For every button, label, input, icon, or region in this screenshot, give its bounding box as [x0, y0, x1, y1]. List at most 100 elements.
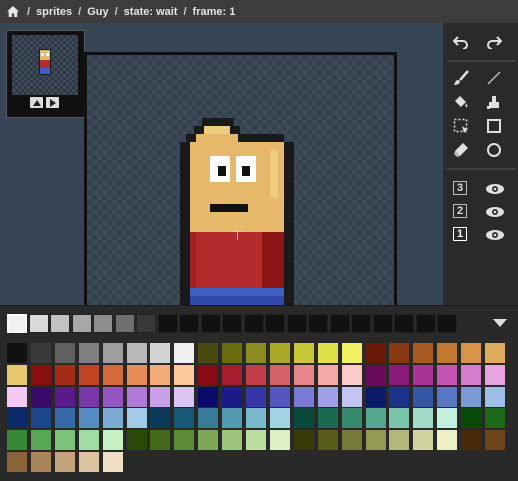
palette-color-swatch[interactable] [102, 343, 123, 363]
palette-color-swatch[interactable] [246, 386, 266, 407]
palette-color-swatch[interactable] [150, 430, 171, 451]
palette-color-swatch[interactable] [365, 408, 386, 429]
home-icon[interactable] [7, 6, 19, 17]
layer-1-number[interactable]: 1 [453, 227, 467, 241]
palette-color-swatch[interactable] [222, 408, 243, 429]
palette-color-swatch[interactable] [269, 408, 290, 429]
palette-color-swatch[interactable] [437, 430, 458, 451]
palette-color-swatch[interactable] [437, 408, 458, 429]
recent-color-swatch[interactable] [93, 314, 113, 333]
palette-color-swatch[interactable] [78, 364, 99, 385]
eye-icon[interactable] [485, 182, 505, 194]
palette-color-swatch[interactable] [389, 386, 410, 407]
recent-color-swatch[interactable] [71, 314, 92, 333]
eye-icon[interactable] [485, 228, 505, 240]
recent-color-swatch[interactable] [136, 314, 156, 333]
palette-color-swatch[interactable] [150, 364, 171, 385]
palette-color-swatch[interactable] [7, 386, 27, 407]
palette-color-swatch[interactable] [389, 343, 410, 363]
palette-color-swatch[interactable] [150, 343, 171, 363]
palette-color-swatch[interactable] [54, 386, 75, 407]
rectangle-icon[interactable] [484, 116, 504, 136]
palette-color-swatch[interactable] [269, 364, 290, 385]
recent-color-swatch[interactable] [415, 314, 436, 333]
undo-icon[interactable] [451, 32, 471, 52]
recent-color-swatch[interactable] [351, 314, 371, 333]
palette-color-swatch[interactable] [293, 430, 314, 451]
breadcrumb-sprite-name[interactable]: Guy [87, 6, 108, 18]
palette-color-swatch[interactable] [102, 408, 123, 429]
palette-color-swatch[interactable] [293, 386, 314, 407]
palette-color-swatch[interactable] [341, 430, 362, 451]
color-replace-icon[interactable] [484, 92, 504, 112]
palette-color-swatch[interactable] [389, 408, 410, 429]
palette-color-swatch[interactable] [102, 386, 123, 407]
breadcrumb-sprites[interactable]: sprites [36, 6, 72, 18]
palette-color-swatch[interactable] [222, 430, 243, 451]
palette-color-swatch[interactable] [365, 430, 386, 451]
palette-color-swatch[interactable] [78, 408, 99, 429]
line-icon[interactable] [484, 68, 504, 88]
palette-color-swatch[interactable] [126, 386, 147, 407]
palette-color-swatch[interactable] [317, 386, 338, 407]
palette-color-swatch[interactable] [102, 430, 123, 451]
palette-color-swatch[interactable] [222, 386, 243, 407]
circle-icon[interactable] [484, 140, 504, 160]
recent-color-swatch[interactable] [329, 314, 350, 333]
recent-color-swatch[interactable] [50, 314, 70, 333]
palette-color-swatch[interactable] [198, 364, 219, 385]
palette-color-swatch[interactable] [78, 452, 99, 472]
palette-color-swatch[interactable] [461, 430, 482, 451]
palette-color-swatch[interactable] [7, 343, 27, 363]
play-icon[interactable] [46, 97, 59, 108]
palette-color-swatch[interactable] [341, 386, 362, 407]
palette-color-swatch[interactable] [198, 343, 219, 363]
redo-icon[interactable] [484, 32, 504, 52]
thumbnail-preview[interactable] [12, 35, 78, 95]
palette-color-swatch[interactable] [30, 343, 51, 363]
palette-color-swatch[interactable] [389, 430, 410, 451]
palette-color-swatch[interactable] [341, 364, 362, 385]
palette-color-swatch[interactable] [54, 430, 75, 451]
palette-color-swatch[interactable] [413, 408, 434, 429]
palette-color-swatch[interactable] [174, 430, 195, 451]
palette-color-swatch[interactable] [485, 386, 505, 407]
selection-icon[interactable] [451, 116, 471, 136]
palette-color-swatch[interactable] [30, 452, 51, 472]
palette-color-swatch[interactable] [461, 408, 482, 429]
eye-icon[interactable] [485, 205, 505, 217]
palette-color-swatch[interactable] [485, 364, 505, 385]
brush-icon[interactable] [451, 68, 471, 88]
palette-color-swatch[interactable] [341, 343, 362, 363]
palette-color-swatch[interactable] [78, 343, 99, 363]
palette-color-swatch[interactable] [246, 343, 266, 363]
palette-color-swatch[interactable] [293, 343, 314, 363]
palette-color-swatch[interactable] [413, 386, 434, 407]
palette-color-swatch[interactable] [126, 364, 147, 385]
palette-color-swatch[interactable] [7, 430, 27, 451]
recent-color-swatch[interactable] [265, 314, 285, 333]
palette-color-swatch[interactable] [293, 408, 314, 429]
palette-color-swatch[interactable] [246, 430, 266, 451]
recent-color-swatch[interactable] [28, 314, 49, 333]
palette-color-swatch[interactable] [78, 386, 99, 407]
palette-color-swatch[interactable] [150, 386, 171, 407]
palette-color-swatch[interactable] [102, 452, 123, 472]
palette-color-swatch[interactable] [126, 408, 147, 429]
palette-color-swatch[interactable] [437, 364, 458, 385]
breadcrumb-state[interactable]: state: wait [124, 6, 178, 18]
pixel-editor-canvas[interactable] [84, 52, 397, 305]
palette-color-swatch[interactable] [365, 364, 386, 385]
palette-color-swatch[interactable] [413, 343, 434, 363]
palette-color-swatch[interactable] [413, 430, 434, 451]
palette-color-swatch[interactable] [269, 430, 290, 451]
palette-color-swatch[interactable] [30, 430, 51, 451]
layer-2-number[interactable]: 2 [453, 204, 467, 218]
recent-color-swatch[interactable] [114, 314, 135, 333]
palette-color-swatch[interactable] [246, 408, 266, 429]
palette-color-swatch[interactable] [54, 452, 75, 472]
eraser-icon[interactable] [451, 140, 471, 160]
recent-color-swatch[interactable] [7, 314, 27, 333]
palette-color-swatch[interactable] [485, 343, 505, 363]
palette-color-swatch[interactable] [389, 364, 410, 385]
